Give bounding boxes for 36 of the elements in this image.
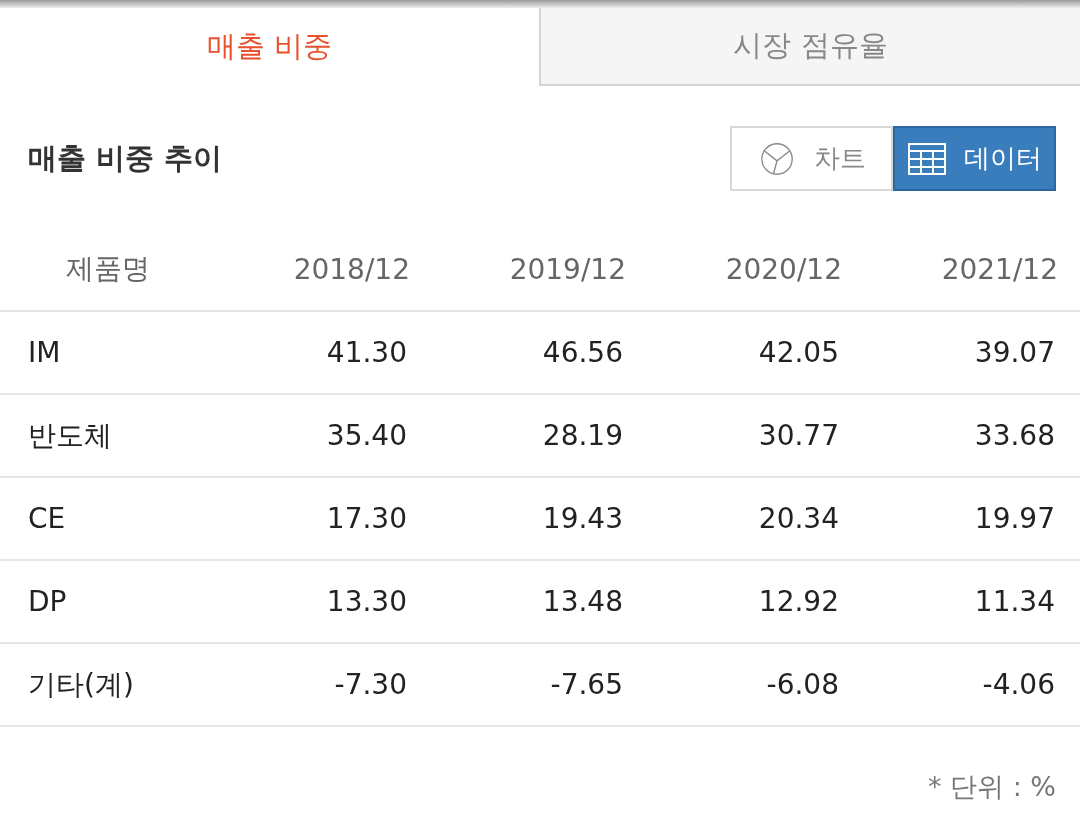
- table-cell: 28.19: [432, 394, 648, 477]
- table-cell: 42.05: [648, 311, 864, 394]
- table-cell: 20.34: [648, 477, 864, 560]
- table-cell: DP: [0, 560, 216, 643]
- grid-icon: [907, 141, 946, 176]
- column-header: 2018/12: [216, 228, 432, 311]
- tab[interactable]: 시장 점유율: [539, 8, 1080, 86]
- table-cell: 30.77: [648, 394, 864, 477]
- table-cell: 반도체: [0, 394, 216, 477]
- table-cell: 19.97: [864, 477, 1080, 560]
- table-cell: 13.48: [432, 560, 648, 643]
- table-cell: 17.30: [216, 477, 432, 560]
- table-cell: -6.08: [648, 643, 864, 726]
- table-cell: 19.43: [432, 477, 648, 560]
- table-cell: -4.06: [864, 643, 1080, 726]
- column-header: 2019/12: [432, 228, 648, 311]
- column-header: 제품명: [0, 228, 216, 311]
- column-header: 2021/12: [864, 228, 1080, 311]
- table-cell: 11.34: [864, 560, 1080, 643]
- table-cell: -7.30: [216, 643, 432, 726]
- table-cell: 39.07: [864, 311, 1080, 394]
- table-cell: -7.65: [432, 643, 648, 726]
- table-cell: CE: [0, 477, 216, 560]
- table-cell: 46.56: [432, 311, 648, 394]
- table-cell: 13.30: [216, 560, 432, 643]
- section-title: 매출 비중 추이: [28, 139, 223, 177]
- table-cell: 기타(계): [0, 643, 216, 726]
- table-cell: IM: [0, 311, 216, 394]
- table-cell: 41.30: [216, 311, 432, 394]
- unit-note: * 단위 : %: [928, 770, 1056, 804]
- table-cell: 35.40: [216, 394, 432, 477]
- table-cell: 33.68: [864, 394, 1080, 477]
- table-cell: 12.92: [648, 560, 864, 643]
- column-header: 2020/12: [648, 228, 864, 311]
- view-toggle-button[interactable]: 데이터: [893, 126, 1056, 191]
- view-toggle-button[interactable]: 차트: [730, 126, 893, 191]
